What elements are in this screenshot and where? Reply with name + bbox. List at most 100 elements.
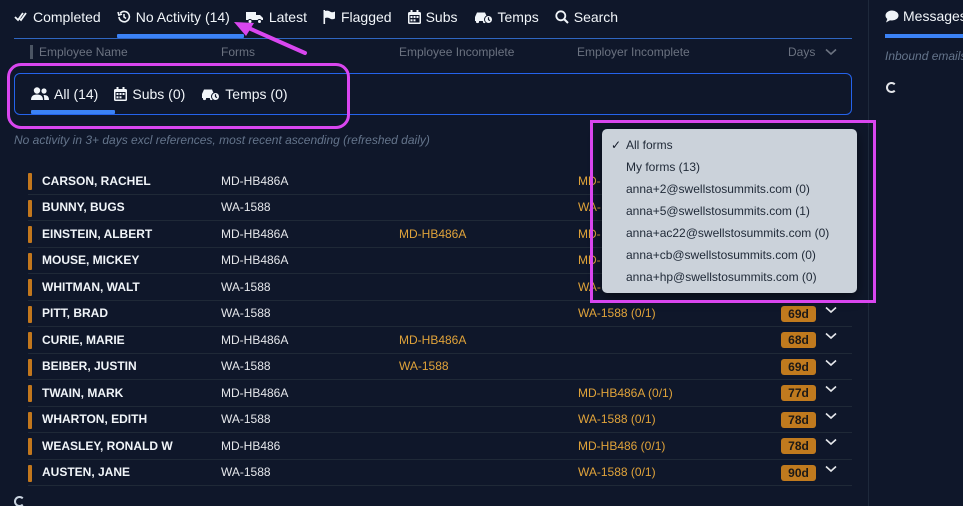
employee-name: TWAIN, MARK [42, 385, 124, 400]
forms-cell: MD-HB486A [221, 385, 289, 400]
status-marker [28, 332, 32, 349]
employer-incomplete-cell: WA-1588 (0/1) [578, 465, 656, 480]
search-icon [555, 10, 569, 24]
column-header-employee-name-label: Employee Name [39, 45, 128, 59]
table-row[interactable]: AUSTEN, JANE WA-1588 WA-1588 (0/1) 90d [28, 460, 852, 486]
table-row[interactable]: WEASLEY, RONALD W MD-HB486 MD-HB486 (0/1) 7… [28, 433, 852, 460]
table-row[interactable]: WHARTON, EDITH WA-1588 WA-1588 (0/1) 78d [28, 407, 852, 433]
employee-name: BEIBER, JUSTIN [42, 359, 137, 374]
messages-tab[interactable]: Messages [885, 8, 963, 24]
forms-cell: WA-1588 [221, 412, 271, 427]
double-check-icon [14, 12, 27, 22]
forms-cell: MD-HB486A [221, 226, 289, 241]
forms-cell: MD-HB486A [221, 253, 289, 268]
employee-name: CARSON, RACHEL [42, 173, 151, 188]
status-marker [28, 358, 32, 376]
messages-subtitle: Inbound emails [885, 49, 963, 63]
status-marker [28, 464, 32, 482]
chevron-down-icon[interactable] [825, 306, 837, 314]
messages-tab-indicator [885, 34, 963, 38]
days-badge: 78d [781, 438, 816, 454]
tab-completed[interactable]: Completed [14, 0, 101, 34]
tab-no-activity-label: No Activity (14) [135, 9, 230, 25]
chat-icon [885, 10, 899, 22]
tab-temps[interactable]: Temps [474, 0, 539, 34]
days-badge: 69d [781, 358, 816, 375]
column-header-employer-incomplete[interactable]: Employer Incomplete [577, 45, 690, 59]
chevron-down-icon[interactable] [825, 465, 837, 473]
employee-name: BUNNY, BUGS [42, 200, 125, 215]
column-header-employee-incomplete-label: Employee Incomplete [399, 45, 515, 59]
calendar-icon [407, 10, 421, 24]
tab-no-activity[interactable]: No Activity (14) [116, 0, 230, 34]
forms-cell: MD-HB486A [221, 332, 289, 347]
forms-cell: MD-HB486A [221, 173, 289, 188]
table-row[interactable]: BEIBER, JUSTIN WA-1588 WA-1588 69d [28, 354, 852, 380]
forms-cell: WA-1588 [221, 279, 271, 294]
employer-incomplete-cell: MD-HB486A (0/1) [578, 385, 673, 400]
status-marker [28, 279, 32, 296]
highlight-dropdown [590, 120, 876, 303]
column-header-days-label: Days [788, 45, 816, 59]
employee-name: WHITMAN, WALT [42, 279, 140, 294]
days-badge: 90d [781, 464, 816, 481]
column-header-days[interactable]: Days [788, 45, 837, 59]
employer-incomplete-cell: MD-HB486 (0/1) [578, 438, 666, 453]
chevron-down-icon[interactable] [825, 359, 837, 367]
list-description: No activity in 3+ days excl references, … [14, 133, 430, 147]
days-badge: 69d [781, 305, 816, 322]
tab-temps-label: Temps [497, 9, 539, 25]
column-header-employee-incomplete[interactable]: Employee Incomplete [399, 45, 514, 59]
table-row[interactable]: PITT, BRAD WA-1588 WA-1588 (0/1) 69d [28, 301, 852, 327]
messages-tab-label: Messages [903, 8, 963, 24]
status-marker [28, 173, 32, 190]
tab-search-label: Search [573, 9, 619, 25]
tab-flagged[interactable]: Flagged [323, 0, 392, 34]
chevron-down-icon [825, 48, 837, 56]
status-marker [28, 199, 32, 217]
employer-incomplete-cell: WA-1588 (0/1) [578, 306, 656, 321]
chevron-down-icon[interactable] [825, 332, 837, 340]
annotation-arrow-icon [234, 22, 307, 55]
employee-name: MOUSE, MICKEY [42, 253, 140, 268]
status-marker [28, 226, 32, 243]
highlight-subtabs [7, 63, 350, 129]
employee-name: PITT, BRAD [42, 306, 108, 321]
column-header-employer-incomplete-label: Employer Incomplete [577, 45, 690, 59]
tab-search[interactable]: Search [555, 0, 618, 34]
forms-cell: WA-1588 [221, 359, 271, 374]
status-marker [28, 385, 32, 402]
nav-divider [14, 38, 852, 39]
status-marker [28, 411, 32, 429]
days-badge: 77d [781, 385, 816, 401]
days-badge: 78d [781, 411, 816, 428]
tab-flagged-label: Flagged [340, 9, 392, 25]
chevron-down-icon[interactable] [825, 385, 837, 393]
forms-cell: WA-1588 [221, 200, 271, 215]
tab-subs-label: Subs [425, 9, 458, 25]
days-badge: 68d [781, 332, 816, 348]
chevron-down-icon[interactable] [825, 412, 837, 420]
forms-cell: MD-HB486 [221, 438, 281, 453]
history-icon [116, 10, 130, 23]
employee-name: WEASLEY, RONALD W [42, 438, 173, 453]
tab-completed-label: Completed [33, 9, 101, 25]
status-marker [28, 305, 32, 323]
status-marker [28, 438, 32, 455]
messages-loading-icon [886, 82, 897, 93]
car-clock-icon [474, 12, 493, 24]
employee-incomplete-cell: MD-HB486A [399, 226, 467, 241]
employee-name: WHARTON, EDITH [42, 412, 148, 427]
chevron-down-icon[interactable] [825, 438, 837, 446]
employer-incomplete-cell: WA-1588 (0/1) [578, 412, 656, 427]
employee-incomplete-cell: MD-HB486A [399, 332, 467, 347]
tab-subs[interactable]: Subs [407, 0, 458, 34]
forms-cell: WA-1588 [221, 306, 271, 321]
flag-icon [323, 10, 335, 24]
employee-name: EINSTEIN, ALBERT [42, 226, 153, 241]
table-row[interactable]: TWAIN, MARK MD-HB486A MD-HB486A (0/1) 77d [28, 380, 852, 407]
employee-name: CURIE, MARIE [42, 332, 125, 347]
column-header-employee-name[interactable]: Employee Name [30, 45, 128, 59]
forms-cell: WA-1588 [221, 465, 271, 480]
table-row[interactable]: CURIE, MARIE MD-HB486A MD-HB486A 68d [28, 327, 852, 354]
